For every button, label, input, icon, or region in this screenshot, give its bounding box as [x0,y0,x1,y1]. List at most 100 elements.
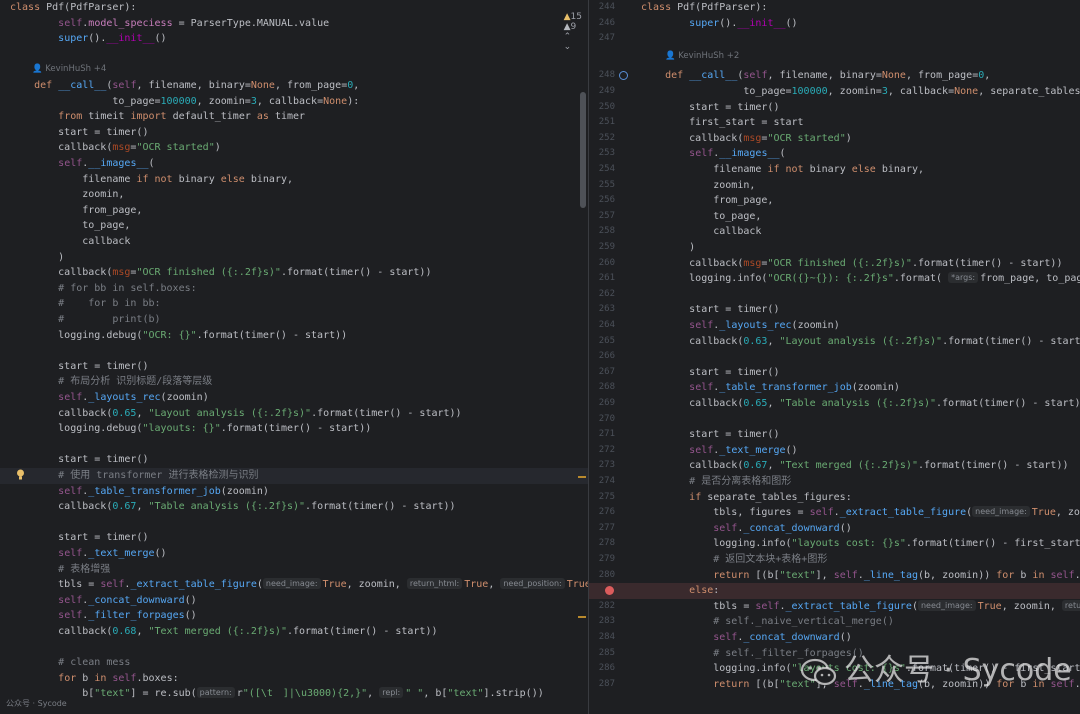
code-line[interactable]: callback(0.65, "Layout analysis ({:.2f}s… [0,406,588,422]
code-line[interactable]: self.__images__( [589,146,1080,162]
code-line[interactable] [589,349,1080,365]
code-line[interactable]: self._layouts_rec(zoomin) [0,390,588,406]
code-line[interactable]: self._layouts_rec(zoomin) [589,318,1080,334]
code-line[interactable]: self.__images__( [0,156,588,172]
author-annotation[interactable]: 👤 KevinHuSh +4 [32,62,106,78]
code-line[interactable]: start = timer() [589,427,1080,443]
code-token: None [881,70,906,82]
code-line[interactable]: start = timer() [589,100,1080,116]
code-line[interactable]: first_start = start [589,115,1080,131]
code-line[interactable]: tbls, figures = self._extract_table_figu… [589,505,1080,521]
code-line[interactable]: class Pdf(PdfParser): [589,0,1080,16]
code-line[interactable]: to_page, [589,209,1080,225]
scroll-marker[interactable] [578,616,586,618]
code-line[interactable]: from_page, [589,193,1080,209]
code-line[interactable]: # 返回文本块+表格+图形 [589,552,1080,568]
code-line[interactable]: callback(0.67, "Text merged ({:.2f}s)".f… [589,458,1080,474]
code-line[interactable]: callback(0.68, "Text merged ({:.2f}s)".f… [0,624,588,640]
code-line[interactable]: # print(b) [0,312,588,328]
code-line[interactable]: callback [589,224,1080,240]
code-line[interactable] [589,47,1080,63]
left-editor-pane[interactable]: ▲15 ▲9 ⌃ ⌄ class Pdf(PdfParser): self.mo… [0,0,588,714]
code-line[interactable]: start = timer() [0,530,588,546]
code-line[interactable]: start = timer() [589,302,1080,318]
code-line[interactable]: b["text"] = re.sub(pattern: r"([\t ]|\u30… [0,686,588,702]
code-line[interactable]: zoomin, [0,187,588,203]
code-line[interactable]: callback(msg="OCR finished ({:.2f}s)".fo… [0,265,588,281]
code-line[interactable]: callback(0.63, "Layout analysis ({:.2f}s… [589,334,1080,350]
code-line[interactable]: if separate_tables_figures: [589,490,1080,506]
code-line[interactable]: self._concat_downward() [0,593,588,609]
code-line[interactable]: tbls = self._extract_table_figure(need_i… [589,599,1080,615]
scroll-marker[interactable] [578,476,586,478]
code-line[interactable]: callback [0,234,588,250]
code-line[interactable]: return [(b["text"], self._line_tag(b, zo… [589,568,1080,584]
code-token: __init__ [737,17,786,29]
code-line[interactable]: logging.info("OCR({}~{}): {:.2f}s".forma… [589,271,1080,287]
code-line[interactable]: logging.debug("OCR: {}".format(timer() -… [0,328,588,344]
code-line[interactable]: self._filter_forpages() [0,608,588,624]
code-line[interactable]: self._text_merge() [589,443,1080,459]
code-line[interactable]: # 是否分离表格和图形 [589,474,1080,490]
code-line[interactable] [589,412,1080,428]
code-line[interactable]: def __call__(self, filename, binary=None… [589,68,1080,84]
code-line[interactable]: # clean mess [0,655,588,671]
code-line[interactable]: # 布局分析 识别标题/段落等层级 [0,374,588,390]
code-line[interactable]: def __call__(self, filename, binary=None… [0,78,588,94]
left-scrollbar-thumb[interactable] [580,92,586,208]
code-line[interactable]: class Pdf(PdfParser): [0,0,588,16]
code-line[interactable]: callback(msg="OCR started") [589,131,1080,147]
code-line[interactable]: from timeit import default_timer as time… [0,109,588,125]
code-line[interactable]: filename if not binary else binary, [0,172,588,188]
code-line[interactable] [589,31,1080,47]
code-line[interactable] [0,640,588,656]
code-line[interactable]: for b in self.boxes: [0,671,588,687]
code-line[interactable]: # self._naive_vertical_merge() [589,614,1080,630]
right-editor-pane[interactable]: 244 class Pdf(PdfParser): 246 super().__in… [589,0,1080,714]
code-line[interactable]: logging.info("layouts cost: {}s".format(… [589,536,1080,552]
code-line[interactable]: from_page, [0,203,588,219]
code-line[interactable]: super().__init__() [0,31,588,47]
code-line[interactable] [589,287,1080,303]
code-line[interactable]: callback(0.65, "Table analysis ({:.2f}s)… [589,396,1080,412]
code-line[interactable]: logging.debug("layouts: {}".format(timer… [0,421,588,437]
code-line[interactable]: # 使用 transformer 进行表格检测与识别 [0,468,588,484]
code-line[interactable]: self.model_speciess = ParserType.MANUAL.… [0,16,588,32]
code-line[interactable]: to_page=100000, zoomin=3, callback=None,… [589,84,1080,100]
code-line[interactable]: start = timer() [589,365,1080,381]
code-line[interactable]: filename if not binary else binary, [589,162,1080,178]
code-line[interactable]: start = timer() [0,125,588,141]
code-line[interactable]: start = timer() [0,359,588,375]
code-token: logging.info( [641,663,792,675]
code-line[interactable]: super().__init__() [589,16,1080,32]
code-line[interactable]: to_page=100000, zoomin=3, callback=None)… [0,94,588,110]
code-token: .format(timer() - start)) [286,626,438,637]
code-line[interactable]: zoomin, [589,178,1080,194]
code-line[interactable] [0,343,588,359]
code-line[interactable]: start = timer() [0,452,588,468]
code-line[interactable]: # for bb in self.boxes: [0,281,588,297]
code-line[interactable]: callback(0.67, "Table analysis ({:.2f}s)… [0,499,588,515]
code-line[interactable]: # for b in bb: [0,296,588,312]
code-line[interactable]: self._text_merge() [0,546,588,562]
code-line[interactable]: callback(msg="OCR finished ({:.2f}s)".fo… [589,256,1080,272]
lightbulb-icon[interactable] [16,469,25,480]
code-token: self [713,522,738,534]
code-line[interactable]: self._table_transformer_job(zoomin) [589,380,1080,396]
code-line[interactable]: ) [589,240,1080,256]
code-line[interactable]: self._concat_downward() [589,521,1080,537]
code-line[interactable] [0,437,588,453]
author-annotation[interactable]: 👤 KevinHuSh +2 [665,49,739,65]
code-line[interactable]: ) [0,250,588,266]
code-line[interactable]: else: [589,583,1080,599]
code-line[interactable]: callback(msg="OCR started") [0,140,588,156]
code-line[interactable]: to_page, [0,218,588,234]
code-line[interactable]: tbls = self._extract_table_figure(need_i… [0,577,588,593]
code-line[interactable] [0,47,588,63]
code-line[interactable]: self._table_transformer_job(zoomin) [0,484,588,500]
code-line[interactable] [0,515,588,531]
code-token: .boxes], tbls, figures [1075,570,1080,581]
code-line[interactable]: self._concat_downward() [589,630,1080,646]
code-line[interactable]: # 表格增强 [0,562,588,578]
code-token: b [1020,569,1033,581]
